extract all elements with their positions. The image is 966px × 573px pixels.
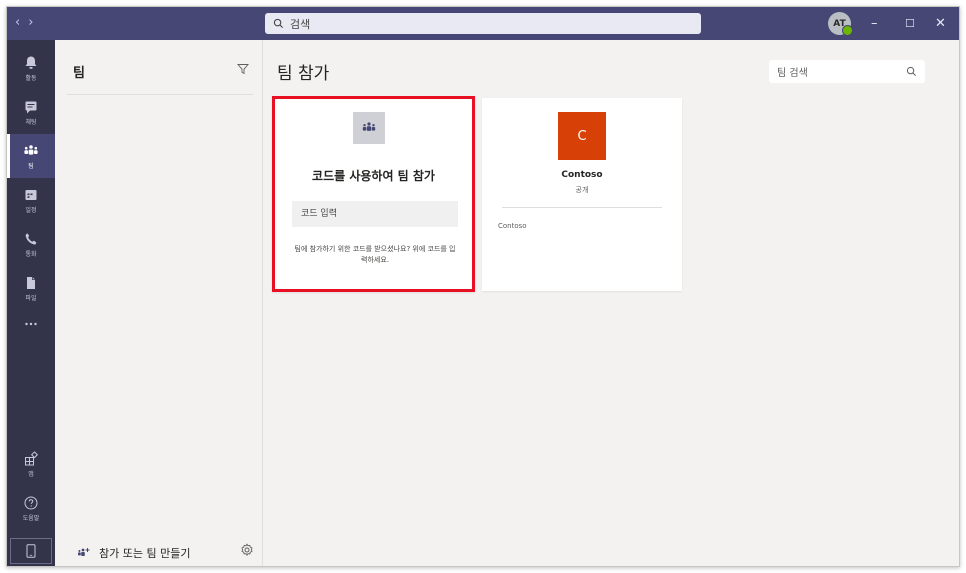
close-icon[interactable]: ✕ bbox=[935, 16, 946, 31]
presence-available-icon bbox=[842, 25, 853, 36]
app-bar: 활동 채팅 팀 일정 통화 파일 앱 도움말 bbox=[7, 40, 55, 566]
rail-label: 활동 bbox=[25, 74, 37, 82]
team-avatar-tile: C bbox=[558, 112, 606, 160]
rail-label: 채팅 bbox=[25, 118, 37, 126]
team-code-input[interactable] bbox=[292, 201, 458, 227]
teams-list-pane: 팀 참가 또는 팀 만들기 bbox=[55, 40, 263, 566]
rail-item-chat[interactable]: 채팅 bbox=[7, 90, 55, 134]
rail-label: 팀 bbox=[28, 162, 34, 170]
rail-label: 도움말 bbox=[22, 514, 40, 522]
more-icon bbox=[25, 322, 37, 326]
minimize-icon[interactable]: – bbox=[871, 16, 878, 31]
nav-arrows: ‹› bbox=[15, 15, 41, 30]
team-description: Contoso bbox=[498, 222, 527, 230]
join-or-create-label: 참가 또는 팀 만들기 bbox=[99, 547, 191, 560]
join-with-code-card: 코드를 사용하여 팀 참가 팀에 참가하기 위한 코드를 받으셨나요? 위에 코… bbox=[272, 96, 475, 292]
phone-icon bbox=[25, 232, 37, 245]
search-icon bbox=[273, 18, 284, 29]
file-icon bbox=[27, 276, 35, 289]
mobile-phone-icon bbox=[26, 544, 36, 558]
main-content: 팀 참가 팀 검색 코드를 사용하여 팀 참가 팀에 참가하기 위한 코드를 받… bbox=[263, 40, 959, 566]
page-title: 팀 참가 bbox=[277, 64, 330, 84]
join-or-create-team-button[interactable]: 참가 또는 팀 만들기 bbox=[77, 545, 190, 561]
search-icon bbox=[906, 66, 916, 76]
apps-icon bbox=[25, 450, 39, 465]
rail-label: 앱 bbox=[28, 470, 34, 478]
back-arrow-icon[interactable]: ‹ bbox=[15, 15, 28, 30]
join-code-help-text: 팀에 참가하기 위한 코드를 받으셨나요? 위에 코드를 입력하세요. bbox=[294, 245, 456, 264]
forward-arrow-icon[interactable]: › bbox=[28, 15, 41, 30]
global-search-placeholder: 검색 bbox=[290, 17, 311, 31]
team-search-placeholder: 팀 검색 bbox=[777, 68, 808, 79]
chat-icon bbox=[25, 101, 37, 113]
title-bar: ‹› 검색 AT – ☐ ✕ bbox=[7, 7, 959, 40]
divider bbox=[502, 207, 662, 208]
maximize-icon[interactable]: ☐ bbox=[905, 17, 915, 30]
filter-icon[interactable] bbox=[237, 63, 249, 75]
teams-icon bbox=[353, 112, 385, 144]
teams-icon bbox=[24, 144, 38, 155]
team-initial: C bbox=[577, 128, 587, 144]
join-with-code-title: 코드를 사용하여 팀 참가 bbox=[312, 169, 435, 183]
help-icon bbox=[24, 496, 38, 509]
team-search-box[interactable]: 팀 검색 bbox=[769, 60, 925, 83]
rail-label: 파일 bbox=[25, 294, 37, 302]
gear-icon[interactable] bbox=[240, 543, 254, 557]
rail-item-calls[interactable]: 통화 bbox=[7, 222, 55, 266]
rail-item-teams[interactable]: 팀 bbox=[7, 134, 55, 178]
rail-item-activity[interactable]: 활동 bbox=[7, 46, 55, 90]
avatar[interactable]: AT bbox=[828, 12, 853, 36]
calendar-icon bbox=[25, 189, 37, 200]
list-title: 팀 bbox=[73, 66, 85, 81]
teams-window: ‹› 검색 AT – ☐ ✕ 활동 채팅 팀 일정 통화 파일 앱 도움말 팀 … bbox=[6, 6, 960, 567]
team-card-contoso[interactable]: C Contoso 공개 Contoso bbox=[482, 98, 682, 291]
global-search-box[interactable]: 검색 bbox=[265, 13, 701, 34]
team-name: Contoso bbox=[561, 170, 603, 180]
divider bbox=[67, 94, 253, 95]
add-team-icon bbox=[78, 548, 90, 556]
team-privacy: 공개 bbox=[575, 186, 589, 194]
rail-item-apps[interactable]: 앱 bbox=[7, 442, 55, 486]
bell-icon bbox=[25, 56, 37, 69]
mobile-download-button[interactable] bbox=[10, 538, 52, 564]
rail-label: 일정 bbox=[25, 206, 37, 214]
rail-label: 통화 bbox=[25, 250, 37, 258]
rail-item-calendar[interactable]: 일정 bbox=[7, 178, 55, 222]
rail-item-help[interactable]: 도움말 bbox=[7, 486, 55, 530]
rail-item-more[interactable] bbox=[7, 302, 55, 346]
